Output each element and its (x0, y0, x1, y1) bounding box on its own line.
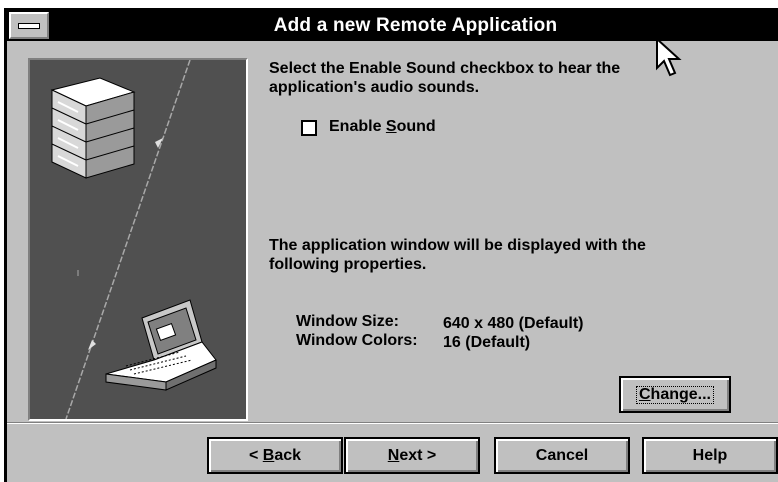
window-title: Add a new Remote Application (273, 15, 558, 36)
window-size-value: 640 x 480 (Default) (443, 315, 584, 332)
intro-line-2: application's audio sounds. (269, 79, 480, 96)
back-button-rest: ack (274, 447, 302, 464)
enable-sound-label-suffix: ound (396, 118, 436, 135)
cancel-button[interactable]: Cancel (494, 437, 630, 474)
mouse-pointer-icon (656, 38, 682, 77)
enable-sound-label-accel: S (385, 118, 397, 135)
enable-sound-label[interactable]: Enable Sound (329, 118, 436, 136)
system-menu-bar (18, 23, 40, 29)
button-divider (7, 422, 778, 424)
window-size-label: Window Size: (296, 313, 399, 330)
back-button-accel: B (262, 447, 275, 464)
title-bar[interactable]: Add a new Remote Application (7, 10, 778, 41)
window-colors-label: Window Colors: (296, 332, 418, 349)
change-button-rest: hange... (650, 386, 711, 403)
laptop-icon (105, 299, 217, 391)
wizard-illustration (28, 58, 248, 421)
server-stack-icon (50, 77, 136, 179)
window-colors-value: 16 (Default) (443, 334, 531, 351)
change-button-label: Change... (635, 386, 714, 404)
next-button[interactable]: Next > (344, 437, 480, 474)
enable-sound-checkbox[interactable] (301, 120, 317, 136)
back-button-prefix: < (248, 447, 263, 464)
change-button[interactable]: Change... (619, 376, 731, 413)
system-menu-icon[interactable] (9, 12, 49, 39)
properties-line-1: The application window will be displayed… (269, 237, 646, 254)
enable-sound-label-prefix: Enable (329, 118, 386, 135)
intro-line-1: Select the Enable Sound checkbox to hear… (269, 60, 621, 77)
next-button-rest: ext > (399, 447, 437, 464)
illustration-graphic (50, 60, 217, 419)
next-button-accel: N (387, 447, 400, 464)
properties-line-2: following properties. (269, 256, 427, 273)
change-button-accel: C (638, 386, 651, 403)
help-button[interactable]: Help (642, 437, 778, 474)
back-button[interactable]: < Back (207, 437, 343, 474)
